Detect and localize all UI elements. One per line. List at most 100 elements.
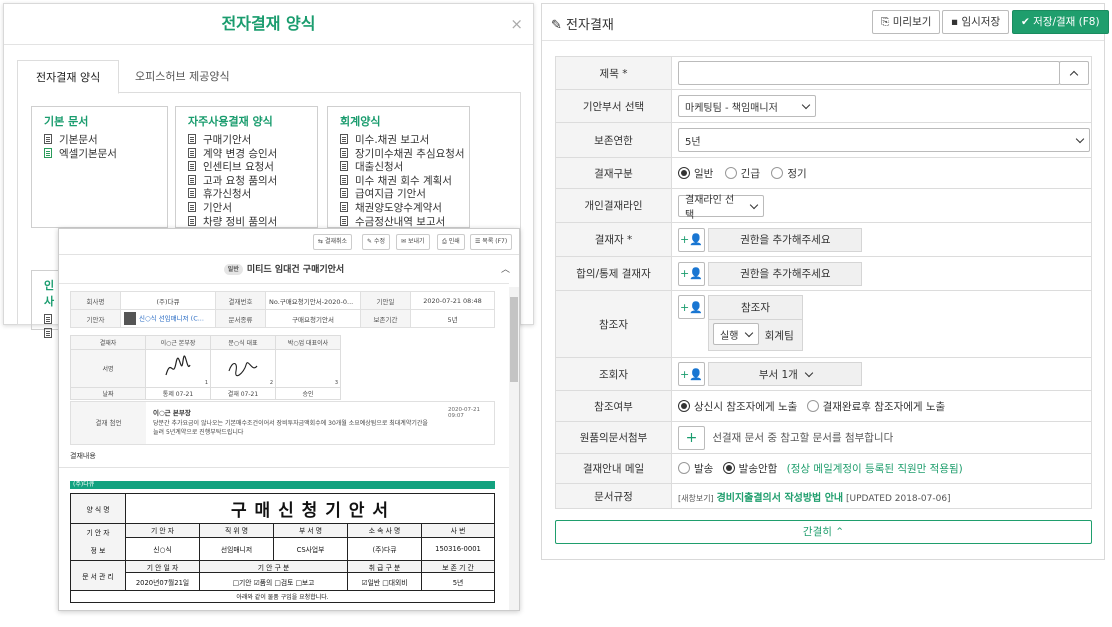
ref-flag-label: 참조여부 xyxy=(555,390,672,422)
save-icon: ▪ xyxy=(951,16,959,28)
collapse-button[interactable]: 간결히 ⌃ xyxy=(555,520,1092,544)
pencil-icon: ✎ xyxy=(551,18,562,33)
radio-ref-on-complete[interactable]: 결재완료후 참조자에게 노출 xyxy=(806,399,945,413)
form-item[interactable]: 엑셀기본문서 xyxy=(44,147,155,162)
add-user-icon[interactable]: +👤 xyxy=(678,261,705,286)
signature-image: 1 xyxy=(145,349,211,388)
form-section-basic: 기본 문서 기본문서 엑셀기본문서 xyxy=(31,106,168,228)
form-item[interactable]: 급여지급 기안서 xyxy=(340,188,457,202)
agree-label: 합의/통제 결재자 xyxy=(555,256,672,291)
list-button[interactable]: ☰ 목록 (F7) xyxy=(470,234,513,250)
scrollbar-thumb[interactable] xyxy=(510,297,518,382)
mail-note: (정상 메일계정이 등록된 직원만 적용됨) xyxy=(786,463,963,475)
add-user-icon[interactable]: +👤 xyxy=(678,227,705,252)
save-draft-button[interactable]: ▪ 임시저장 xyxy=(942,10,1010,34)
section-title: 기본 문서 xyxy=(44,115,89,128)
document-icon xyxy=(340,174,348,185)
form-item[interactable]: 구매기안서 xyxy=(188,134,305,148)
modal-tabs: 전자결재 양식 오피스허브 제공양식 xyxy=(17,60,521,94)
section-title: 인사 xyxy=(44,279,55,308)
modal-title: 전자결재 양식 xyxy=(4,4,533,45)
add-user-icon[interactable]: +👤 xyxy=(678,362,705,386)
company-banner: (주)다큐 xyxy=(70,481,495,489)
chevron-down-icon xyxy=(804,368,814,377)
dept-select[interactable]: 마케팅팀 - 책임매니저 xyxy=(678,95,816,117)
document-preview-window: ⇆ 결재취소 ✎ 수정 ✉ 보내기 ⎙ 인쇄 ☰ 목록 (F7) 일반 미티드 임… xyxy=(58,228,520,611)
signature-table: 결재자 이○근 본부장 문○식 대표 박○업 대표이사 서명 1 2 3 날짜 … xyxy=(70,335,341,400)
radio-normal[interactable]: 일반 xyxy=(678,166,713,180)
tab-officehub-forms[interactable]: 오피스허브 제공양식 xyxy=(117,60,248,94)
section-title: 회계양식 xyxy=(340,115,381,128)
document-icon xyxy=(188,188,196,199)
document-icon xyxy=(188,215,196,226)
form-item[interactable]: 계약 변경 승인서 xyxy=(188,147,305,162)
avatar xyxy=(124,312,136,325)
chevron-down-icon xyxy=(801,100,811,109)
ref-select[interactable]: 실행 xyxy=(713,323,760,345)
form-item[interactable]: 인센티브 요청서 xyxy=(188,161,305,175)
dept-label: 기안부서 선택 xyxy=(555,89,672,123)
chevron-down-icon xyxy=(749,200,759,209)
signature-image: 3 xyxy=(275,349,341,388)
form-item[interactable]: 장기미수채권 추심요청서 xyxy=(340,147,465,162)
subject-input[interactable] xyxy=(678,61,1060,85)
radio-mail-nosend[interactable]: 발송안함 xyxy=(722,462,777,475)
document-icon xyxy=(340,147,348,158)
status-badge: 일반 xyxy=(223,264,243,275)
approver-box[interactable]: 권한을 추가해주세요 xyxy=(708,227,863,252)
document-icon xyxy=(188,161,196,172)
form-item[interactable]: 기본문서 xyxy=(44,134,155,148)
open-new-window-link[interactable]: [새창보기] xyxy=(678,494,714,503)
ref-box: 참조자 실행 회계팀 xyxy=(708,295,803,351)
section-title: 자주사용결재 양식 xyxy=(188,115,273,128)
submit-button[interactable]: ✔ 저장/결재 (F8) xyxy=(1012,10,1109,34)
tab-approval-forms[interactable]: 전자결재 양식 xyxy=(17,60,120,94)
print-button[interactable]: ⎙ 인쇄 xyxy=(437,234,465,250)
retention-select[interactable]: 5년 xyxy=(678,128,1090,152)
plus-icon[interactable]: + xyxy=(678,425,705,450)
form-item[interactable]: 채권양도양수계약서 xyxy=(340,201,457,216)
doc-info-table: 회사명 (주)다큐 결재번호 No.구매요청기안서-2020-0... 기안일 … xyxy=(70,291,495,328)
type-label: 결재구분 xyxy=(555,157,672,189)
form-item[interactable]: 미수 채권 회수 계획서 xyxy=(340,174,457,189)
form-item[interactable]: 휴가신청서 xyxy=(188,188,305,202)
radio-ref-on-submit[interactable]: 상신시 참조자에게 노출 xyxy=(678,399,797,413)
radio-urgent[interactable]: 긴급 xyxy=(724,166,760,180)
approval-form: 제목 * 기안부서 선택 마케팅팀 - 책임매니저 보존연한 5년 결재구분 일… xyxy=(555,56,1092,509)
close-icon[interactable]: × xyxy=(510,15,523,33)
content-label: 결재내용 xyxy=(70,452,96,460)
agree-box[interactable]: 권한을 추가해주세요 xyxy=(708,261,863,286)
form-item[interactable]: 대출신청서 xyxy=(340,161,457,175)
form-item[interactable]: 고과 요청 품의서 xyxy=(188,174,305,189)
add-user-icon[interactable]: +👤 xyxy=(678,295,705,319)
radio-mail-send[interactable]: 발송 xyxy=(678,462,713,475)
form-item[interactable]: 기안서 xyxy=(188,201,305,216)
rule-label: 문서규정 xyxy=(555,483,672,509)
preview-doc-title: 일반 미티드 임대건 구매기안서 xyxy=(59,256,509,284)
document-icon xyxy=(44,134,52,144)
form-item[interactable]: 미수.채권 보고서 xyxy=(340,134,457,148)
edit-button[interactable]: ✎ 수정 xyxy=(362,234,390,250)
rule-link[interactable]: 경비지출결의서 작성방법 안내 xyxy=(717,493,844,504)
chevron-up-icon[interactable]: ︿ xyxy=(501,262,510,275)
cancel-approval-button[interactable]: ⇆ 결재취소 xyxy=(313,234,353,250)
attach-hint: 선결재 문서 중 참고할 문서를 첨부합니다 xyxy=(712,431,894,444)
retention-label: 보존연한 xyxy=(555,122,672,158)
document-icon xyxy=(340,134,348,144)
preview-toolbar: ⇆ 결재취소 ✎ 수정 ✉ 보내기 ⎙ 인쇄 ☰ 목록 (F7) xyxy=(59,229,519,255)
chevron-up-icon[interactable] xyxy=(1059,61,1089,85)
line-select[interactable]: 결재라인 선택 xyxy=(678,195,764,221)
send-button[interactable]: ✉ 보내기 xyxy=(396,234,430,250)
viewer-box[interactable]: 부서 1개 xyxy=(708,362,863,386)
document-icon xyxy=(340,215,348,226)
document-icon xyxy=(188,174,196,185)
form-item[interactable] xyxy=(44,327,59,342)
chevron-down-icon xyxy=(1075,134,1085,143)
line-label: 개인결재라인 xyxy=(555,188,672,223)
preview-button[interactable]: ⎘ 미리보기 xyxy=(872,10,941,34)
radio-regular[interactable]: 정기 xyxy=(771,166,807,180)
document-icon xyxy=(44,314,52,324)
document-icon xyxy=(44,327,52,338)
document-icon xyxy=(340,161,348,172)
form-item[interactable] xyxy=(44,314,59,328)
